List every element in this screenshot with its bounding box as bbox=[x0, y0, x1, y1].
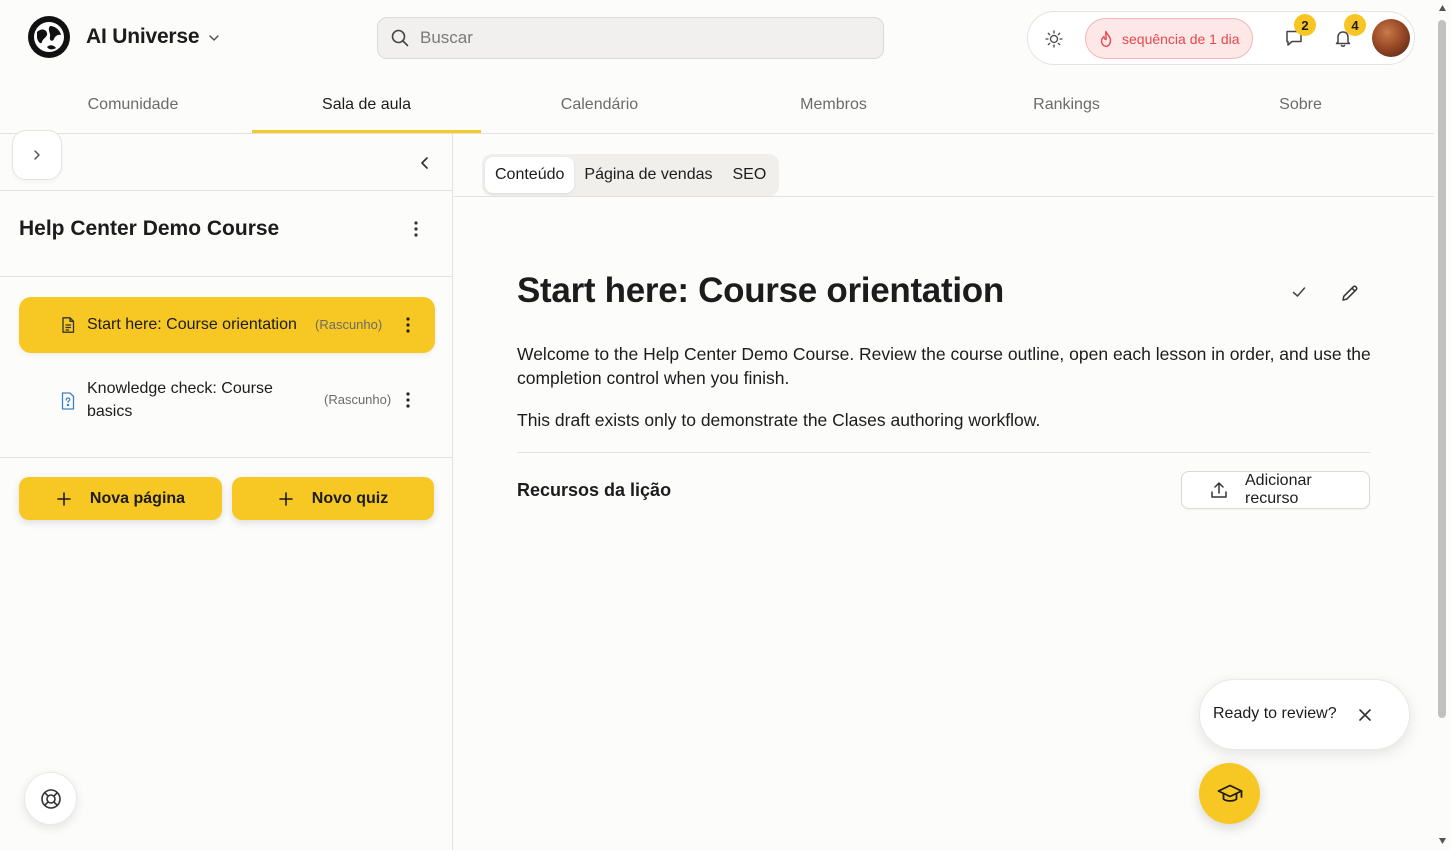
upload-icon bbox=[1209, 480, 1229, 500]
user-toolbar: sequência de 1 dia 2 4 bbox=[1027, 11, 1415, 65]
brand-name: AI Universe bbox=[86, 25, 200, 48]
divider bbox=[517, 452, 1370, 453]
kebab-menu-icon[interactable] bbox=[401, 390, 415, 410]
pencil-icon[interactable] bbox=[1340, 283, 1360, 303]
brand-switcher[interactable]: AI Universe bbox=[28, 14, 221, 60]
scroll-up-arrow-icon[interactable] bbox=[1438, 4, 1447, 12]
main-nav: Comunidade Sala de aula Calendário Membr… bbox=[0, 76, 1434, 134]
graduation-cap-icon bbox=[1216, 780, 1244, 808]
plus-icon bbox=[56, 491, 90, 507]
streak-label: sequência de 1 dia bbox=[1122, 30, 1240, 47]
lesson-status: (Rascunho) bbox=[324, 392, 392, 407]
lesson-item[interactable]: Start here: Course orientation (Rascunho… bbox=[19, 297, 435, 353]
flame-icon bbox=[1098, 30, 1114, 48]
help-button[interactable] bbox=[24, 772, 77, 825]
lifebuoy-icon bbox=[39, 787, 63, 811]
scrollbar-thumb[interactable] bbox=[1438, 20, 1446, 718]
course-sidebar: Help Center Demo Course Start here: Cour… bbox=[0, 130, 453, 850]
tab-conteudo[interactable]: Conteúdo bbox=[485, 157, 575, 193]
editor-tabs: Conteúdo Página de vendas SEO bbox=[482, 154, 780, 196]
close-icon[interactable] bbox=[1357, 707, 1373, 723]
scroll-down-arrow-icon[interactable] bbox=[1438, 837, 1447, 845]
divider bbox=[454, 196, 1434, 197]
resources-label: Recursos da lição bbox=[517, 480, 672, 500]
avatar[interactable] bbox=[1372, 19, 1410, 57]
course-fab-button[interactable] bbox=[1199, 763, 1260, 824]
add-resource-button[interactable]: Adicionar recurso bbox=[1181, 471, 1370, 509]
plus-icon bbox=[278, 491, 312, 507]
tab-calendario[interactable]: Calendário bbox=[485, 76, 714, 133]
lesson-paragraph: Welcome to the Help Center Demo Course. … bbox=[517, 344, 1371, 388]
divider bbox=[0, 457, 452, 458]
top-header: AI Universe sequência de 1 dia 2 bbox=[0, 0, 1434, 76]
tab-sobre[interactable]: Sobre bbox=[1186, 76, 1415, 133]
chevron-down-icon bbox=[207, 31, 221, 45]
tab-membros[interactable]: Membros bbox=[719, 76, 948, 133]
search-bar[interactable] bbox=[377, 17, 884, 59]
chevron-right-icon bbox=[30, 148, 44, 162]
check-icon[interactable] bbox=[1290, 283, 1308, 301]
chevron-left-icon[interactable] bbox=[415, 153, 435, 173]
notifications-count-badge: 4 bbox=[1344, 14, 1366, 36]
streak-badge[interactable]: sequência de 1 dia bbox=[1085, 18, 1253, 59]
lesson-title: Start here: Course orientation bbox=[87, 316, 297, 333]
active-tab-indicator bbox=[252, 130, 481, 133]
lesson-status: (Rascunho) bbox=[315, 317, 383, 332]
kebab-menu-icon[interactable] bbox=[406, 219, 426, 239]
divider bbox=[0, 190, 452, 191]
review-popup-text: Ready to review? bbox=[1213, 705, 1337, 722]
document-icon bbox=[59, 316, 77, 334]
new-page-button[interactable]: Nova página bbox=[19, 477, 222, 520]
review-popup: Ready to review? bbox=[1199, 679, 1410, 750]
search-input[interactable] bbox=[420, 28, 860, 48]
messages-count-badge: 2 bbox=[1294, 14, 1316, 36]
tab-rankings[interactable]: Rankings bbox=[952, 76, 1181, 133]
lesson-title: Start here: Course orientation bbox=[517, 271, 1004, 310]
new-quiz-button[interactable]: Novo quiz bbox=[232, 477, 434, 520]
tab-seo[interactable]: SEO bbox=[723, 157, 777, 193]
kebab-menu-icon[interactable] bbox=[401, 315, 415, 335]
quiz-icon bbox=[59, 391, 77, 411]
globe-logo-icon bbox=[28, 16, 70, 58]
add-resource-label: Adicionar recurso bbox=[1245, 472, 1312, 507]
lesson-paragraph: This draft exists only to demonstrate th… bbox=[517, 410, 1041, 430]
scrollbar[interactable] bbox=[1434, 0, 1450, 850]
course-title: Help Center Demo Course bbox=[19, 217, 280, 240]
lesson-item[interactable]: Knowledge check: Course basics (Rascunho… bbox=[19, 368, 435, 432]
new-page-label: Nova página bbox=[89, 489, 186, 507]
tab-sala-de-aula[interactable]: Sala de aula bbox=[252, 76, 481, 133]
divider bbox=[0, 276, 452, 277]
tab-comunidade[interactable]: Comunidade bbox=[16, 76, 250, 133]
lesson-title: Knowledge check: Course basics bbox=[87, 380, 273, 420]
new-quiz-label: Novo quiz bbox=[311, 489, 389, 507]
sun-icon[interactable] bbox=[1044, 29, 1064, 49]
expand-sidebar-button[interactable] bbox=[12, 130, 62, 180]
tab-pagina-de-vendas[interactable]: Página de vendas bbox=[574, 157, 722, 193]
search-icon bbox=[390, 28, 410, 48]
